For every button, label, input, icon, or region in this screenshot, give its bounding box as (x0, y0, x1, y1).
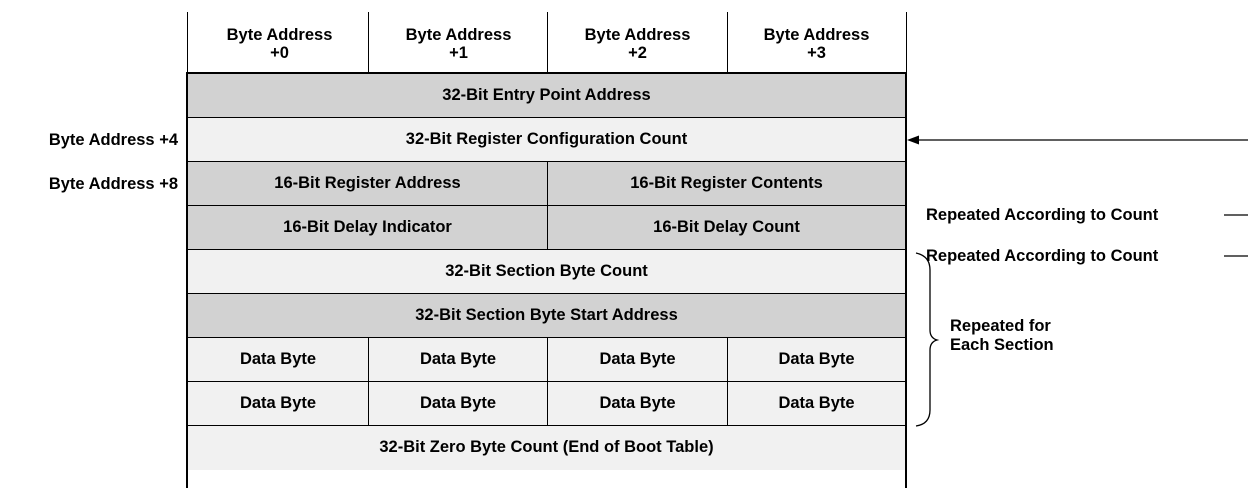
arrow-head-icon (907, 135, 919, 145)
section-brace-icon (915, 252, 940, 427)
annotation-overlay (907, 135, 1248, 427)
